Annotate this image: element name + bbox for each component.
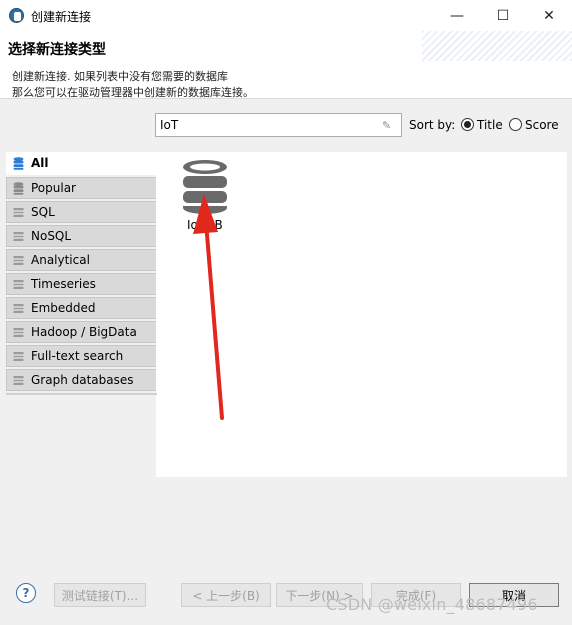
window-title: 创建新连接	[31, 10, 92, 24]
search-value: IoT	[160, 118, 179, 132]
back-button[interactable]: < 上一步(B)	[181, 583, 271, 607]
sort-by-label: Sort by:	[409, 118, 456, 132]
table-icon	[13, 208, 24, 217]
driver-item-iotdb[interactable]: IoTDB	[181, 158, 233, 238]
category-tabs: All Popular SQL NoSQL Analytical Timeser…	[6, 152, 157, 393]
tab-full-text-search[interactable]: Full-text search	[6, 345, 157, 367]
tab-all[interactable]: All	[6, 152, 157, 175]
tab-label: Graph databases	[31, 373, 134, 387]
driver-search-input[interactable]: IoT ✎	[155, 113, 402, 137]
watermark-text: CSDN @weixin_48687496	[326, 595, 538, 614]
tab-hadoop-bigdata[interactable]: Hadoop / BigData	[6, 321, 157, 343]
tabs-divider	[6, 393, 157, 395]
title-bar: 创建新连接 — ☐ ✕	[0, 0, 572, 31]
sort-score-radio[interactable]	[509, 118, 522, 131]
maximize-button[interactable]: ☐	[480, 0, 526, 31]
tab-label: Hadoop / BigData	[31, 325, 137, 339]
driver-list-panel: IoTDB	[156, 152, 567, 477]
tab-label: NoSQL	[31, 229, 72, 243]
tab-nosql[interactable]: NoSQL	[6, 225, 157, 247]
database-icon	[183, 160, 227, 214]
tab-analytical[interactable]: Analytical	[6, 249, 157, 271]
sort-title-label[interactable]: Title	[477, 118, 503, 132]
header-description-line1: 创建新连接. 如果列表中没有您需要的数据库	[12, 70, 228, 83]
close-button[interactable]: ✕	[526, 0, 572, 31]
tab-popular[interactable]: Popular	[6, 177, 157, 199]
table-icon	[13, 256, 24, 265]
database-stack-icon	[13, 182, 24, 195]
test-connection-button[interactable]: 测试链接(T)...	[54, 583, 146, 607]
table-icon	[13, 328, 24, 337]
header-decoration	[422, 31, 572, 61]
app-icon	[9, 8, 24, 23]
tab-label: Full-text search	[31, 349, 124, 363]
sort-title-radio[interactable]	[461, 118, 474, 131]
help-icon[interactable]: ?	[16, 583, 36, 603]
table-icon	[13, 232, 24, 241]
tab-embedded[interactable]: Embedded	[6, 297, 157, 319]
tab-graph-databases[interactable]: Graph databases	[6, 369, 157, 391]
tab-timeseries[interactable]: Timeseries	[6, 273, 157, 295]
driver-label: IoTDB	[187, 218, 223, 232]
tab-label: SQL	[31, 205, 55, 219]
table-icon	[13, 280, 24, 289]
tab-label: All	[31, 156, 49, 170]
tab-label: Embedded	[31, 301, 96, 315]
tab-label: Timeseries	[31, 277, 96, 291]
table-icon	[13, 304, 24, 313]
minimize-button[interactable]: —	[434, 0, 480, 31]
table-icon	[13, 376, 24, 385]
table-icon	[13, 352, 24, 361]
tab-label: Analytical	[31, 253, 90, 267]
sort-score-label[interactable]: Score	[525, 118, 559, 132]
wizard-header: 选择新连接类型 创建新连接. 如果列表中没有您需要的数据库 那么您可以在驱动管理…	[0, 31, 572, 99]
page-title: 选择新连接类型	[8, 42, 106, 58]
header-description-line2: 那么您可以在驱动管理器中创建新的数据库连接。	[12, 86, 254, 99]
database-stack-icon	[13, 157, 24, 170]
tab-sql[interactable]: SQL	[6, 201, 157, 223]
tab-label: Popular	[31, 181, 76, 195]
clear-search-icon[interactable]: ✎	[382, 119, 396, 132]
wizard-content: IoT ✎ Sort by: Title Score All Popular S…	[1, 100, 571, 565]
